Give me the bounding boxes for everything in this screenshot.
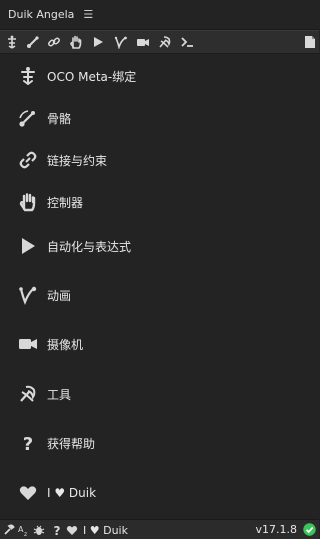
svg-text:?: ? xyxy=(23,434,33,453)
hand-icon xyxy=(17,191,39,213)
oco-icon[interactable] xyxy=(3,33,21,51)
menu-item-oco[interactable]: OCO Meta-绑定 xyxy=(0,56,319,96)
menu-item-label: 工具 xyxy=(47,387,72,402)
document-icon[interactable] xyxy=(301,33,319,51)
link-icon[interactable] xyxy=(45,33,63,51)
bone-icon[interactable] xyxy=(24,33,42,51)
menu-item-links[interactable]: 链接与约束 xyxy=(0,140,319,180)
menu-item-label: I ♥ Duik xyxy=(47,486,97,500)
animation-icon xyxy=(17,284,39,306)
menu-item-camera[interactable]: 摄像机 xyxy=(0,324,319,364)
toolbar xyxy=(0,30,319,54)
menu-item-animation[interactable]: 动画 xyxy=(0,275,319,315)
play-icon xyxy=(17,235,39,257)
camera-icon[interactable] xyxy=(134,33,152,51)
heart-icon xyxy=(17,482,39,504)
menu-item-label: 动画 xyxy=(47,288,72,303)
svg-text:?: ? xyxy=(54,524,61,536)
menu-item-bones[interactable]: 骨骼 xyxy=(0,98,319,138)
svg-text:z: z xyxy=(24,531,27,536)
love-duik-text: I ♥ Duik xyxy=(83,523,128,537)
tools-icon xyxy=(17,383,39,405)
menu-item-controllers[interactable]: 控制器 xyxy=(0,182,319,222)
status-bar: Az ? I ♥ Duik v17.1.8 xyxy=(0,519,319,539)
link-icon xyxy=(17,149,39,171)
menu-item-label: 摄像机 xyxy=(47,337,84,352)
translate-icon[interactable]: Az xyxy=(18,523,30,537)
play-icon[interactable] xyxy=(89,33,107,51)
bone-icon xyxy=(17,107,39,129)
animation-icon[interactable] xyxy=(112,33,130,51)
tools-icon[interactable] xyxy=(156,33,174,51)
menu-item-love[interactable]: I ♥ Duik xyxy=(0,473,319,513)
help-icon[interactable]: ? xyxy=(51,523,63,537)
menu-item-label: 控制器 xyxy=(47,195,84,210)
menu-item-label: 链接与约束 xyxy=(47,153,108,168)
menu-item-label: 自动化与表达式 xyxy=(47,239,132,254)
panel-titlebar: Duik Angela ☰ xyxy=(0,0,319,30)
menu-item-help[interactable]: ? 获得帮助 xyxy=(0,423,319,463)
check-circle-icon xyxy=(303,523,316,536)
terminal-icon[interactable] xyxy=(178,33,196,51)
oco-icon xyxy=(17,65,39,87)
panel-title: Duik Angela xyxy=(8,8,75,21)
menu-item-tools[interactable]: 工具 xyxy=(0,374,319,414)
hand-icon[interactable] xyxy=(67,33,85,51)
love-duik-link[interactable]: I ♥ Duik xyxy=(83,523,128,537)
version-label: v17.1.8 xyxy=(255,523,298,536)
help-icon: ? xyxy=(17,432,39,454)
menu-item-label: 获得帮助 xyxy=(47,436,96,451)
heart-icon[interactable] xyxy=(66,523,78,537)
menu-item-label: OCO Meta-绑定 xyxy=(47,69,137,84)
camera-icon xyxy=(17,333,39,355)
hamburger-icon[interactable]: ☰ xyxy=(83,8,93,21)
menu-item-automation[interactable]: 自动化与表达式 xyxy=(0,226,319,266)
wrench-icon[interactable] xyxy=(3,523,15,537)
menu-item-label: 骨骼 xyxy=(47,111,72,126)
bug-icon[interactable] xyxy=(33,523,45,537)
